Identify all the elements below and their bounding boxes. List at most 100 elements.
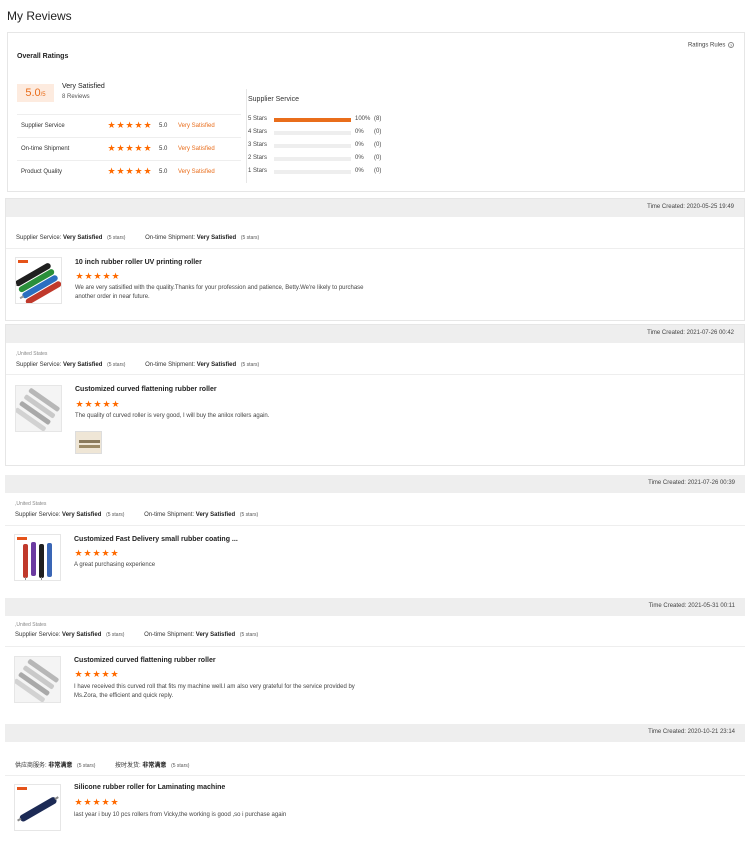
- star-icon: ★: [92, 669, 101, 679]
- product-title[interactable]: Silicone rubber roller for Laminating ma…: [74, 784, 225, 791]
- distribution-label: 5 Stars: [248, 116, 268, 122]
- product-thumbnail[interactable]: [14, 534, 61, 581]
- star-icon: ★: [125, 120, 134, 130]
- shipment-label: On-time Shipment:: [144, 512, 195, 518]
- metric-row: Supplier Service ★★★★★ 5.0 Very Satisfie…: [17, 115, 241, 138]
- review-card: Time Created: 2020-05-25 19:49 Supplier …: [5, 198, 745, 321]
- review-card: Time Created: 2021-05-31 00:11 ,United S…: [5, 598, 745, 716]
- service-stars: (5 stars): [107, 235, 126, 241]
- star-icon: ★: [93, 271, 102, 281]
- distribution-bar: [274, 144, 351, 148]
- star-icon: ★: [92, 548, 101, 558]
- service-label: Supplier Service:: [15, 632, 61, 638]
- ratings-rules-label: Ratings Rules: [687, 42, 726, 49]
- divider: [246, 89, 247, 183]
- star-icon: ★: [74, 669, 83, 679]
- star-icon: ★: [143, 120, 152, 130]
- metric-status: Very Satisfied: [178, 169, 215, 175]
- shipment-label: 按时发货:: [115, 763, 141, 769]
- star-icon: ★: [116, 143, 125, 153]
- distribution-count: (8): [374, 116, 382, 122]
- shipment-label: On-time Shipment:: [145, 235, 196, 241]
- star-icon: ★: [134, 166, 143, 176]
- distribution-label: 2 Stars: [248, 155, 268, 161]
- product-title[interactable]: 10 inch rubber roller UV printing roller: [75, 259, 202, 266]
- review-header: Time Created: 2021-07-26 00:42: [6, 325, 744, 343]
- product-title[interactable]: Customized Fast Delivery small rubber co…: [74, 536, 238, 543]
- service-value: 非常满意: [48, 763, 73, 769]
- product-thumbnail[interactable]: [14, 656, 61, 703]
- star-icon: ★: [111, 271, 120, 281]
- star-icon: ★: [102, 399, 111, 409]
- shipment-stars: (5 stars): [239, 512, 259, 518]
- star-icon: ★: [110, 669, 119, 679]
- star-icon: ★: [116, 120, 125, 130]
- divider: [6, 248, 744, 249]
- divider: [5, 525, 745, 526]
- review-attachment-image[interactable]: [75, 431, 102, 454]
- star-icon: ★: [93, 399, 102, 409]
- distribution-count: (0): [374, 168, 382, 174]
- product-thumbnail[interactable]: [15, 385, 62, 432]
- review-time: Time Created: 2021-07-26 00:42: [647, 330, 734, 336]
- distribution-row: 3 Stars 0% (0): [248, 141, 398, 154]
- review-text: We are very satisified with the quality.…: [75, 285, 364, 300]
- rating-distribution: 5 Stars 100% (8) 4 Stars 0% (0) 3 Stars …: [248, 115, 398, 180]
- service-label: Supplier Service:: [16, 362, 62, 368]
- reviewer-country: ,United States: [15, 622, 47, 628]
- shipment-value: Very Satisfied: [196, 235, 237, 241]
- metric-score: 5.0: [159, 169, 168, 175]
- distribution-bar-fill: [274, 118, 351, 122]
- reviewer-country: ,United States: [15, 501, 47, 507]
- metric-row: On-time Shipment ★★★★★ 5.0 Very Satisfie…: [17, 138, 241, 161]
- star-icon: ★: [125, 166, 134, 176]
- product-thumbnail[interactable]: [15, 257, 62, 304]
- review-card: Time Created: 2020-10-21 23:14 供应商服务: 非常…: [5, 724, 745, 842]
- shipment-stars: (5 stars): [240, 362, 260, 368]
- star-icon: ★: [83, 797, 92, 807]
- service-value: Very Satisfied: [62, 512, 102, 518]
- shipment-label: On-time Shipment:: [145, 362, 196, 368]
- page-title: My Reviews: [7, 9, 72, 23]
- review-ratings: Supplier Service: Very Satisfied (5 star…: [15, 512, 258, 518]
- product-title[interactable]: Customized curved flattening rubber roll…: [75, 386, 217, 393]
- page-header: My Reviews: [0, 0, 750, 30]
- shipment-value: Very Satisfied: [195, 632, 236, 638]
- metric-name: Product Quality: [21, 169, 63, 175]
- star-icon: ★: [116, 166, 125, 176]
- review-ratings: 供应商服务: 非常满意 (5 stars) 按时发货: 非常满意 (5 star…: [15, 760, 189, 769]
- metric-status: Very Satisfied: [178, 146, 215, 152]
- service-value: Very Satisfied: [62, 632, 102, 638]
- star-rating: ★★★★★: [74, 549, 119, 559]
- divider: [5, 646, 745, 647]
- review-ratings: Supplier Service: Very Satisfied (5 star…: [16, 235, 259, 241]
- star-icon: ★: [75, 271, 84, 281]
- star-rating: ★★★★★: [75, 272, 120, 282]
- review-card: Time Created: 2021-07-26 00:39 ,United S…: [5, 475, 745, 593]
- star-icon: ★: [143, 143, 152, 153]
- star-icon: ★: [110, 548, 119, 558]
- star-icon: ★: [75, 399, 84, 409]
- review-header: Time Created: 2021-07-26 00:39: [5, 475, 745, 493]
- review-count: 8 Reviews: [62, 94, 90, 100]
- product-title[interactable]: Customized curved flattening rubber roll…: [74, 657, 216, 664]
- distribution-count: (0): [374, 155, 382, 161]
- ratings-rules-link[interactable]: Ratings Rules ?: [688, 42, 734, 49]
- star-icon: ★: [101, 797, 110, 807]
- distribution-row: 4 Stars 0% (0): [248, 128, 398, 141]
- distribution-row: 1 Stars 0% (0): [248, 167, 398, 180]
- star-icon: ★: [134, 143, 143, 153]
- distribution-row: 2 Stars 0% (0): [248, 154, 398, 167]
- product-thumbnail[interactable]: [14, 784, 61, 831]
- review-card: Time Created: 2021-07-26 00:42 ,United S…: [5, 324, 745, 466]
- star-icon: ★: [101, 669, 110, 679]
- star-icon: ★: [143, 166, 152, 176]
- service-stars: (5 stars): [106, 512, 125, 518]
- star-icon: ★: [110, 797, 119, 807]
- review-text: last year i buy 10 pcs rollers from Vick…: [74, 812, 287, 818]
- shipment-stars: (5 stars): [240, 235, 260, 241]
- shipment-stars: (5 stars): [171, 763, 190, 769]
- service-label: 供应商服务:: [15, 763, 47, 769]
- overall-score: 5.0: [25, 87, 41, 99]
- distribution-bar: [274, 118, 351, 122]
